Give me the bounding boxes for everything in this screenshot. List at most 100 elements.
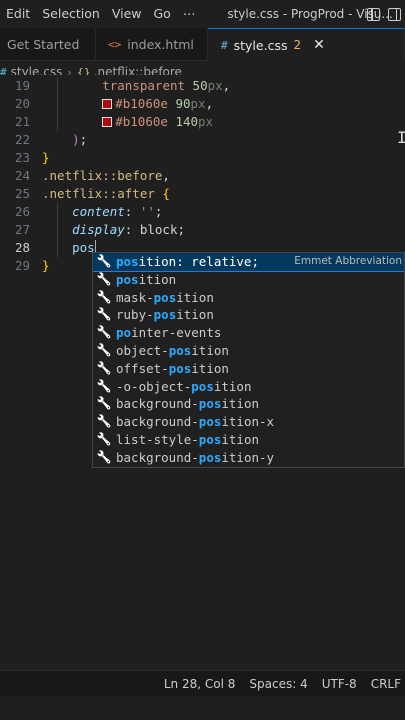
tab-label: style.css	[233, 37, 288, 53]
cursor-position[interactable]: Ln 28, Col 8	[164, 677, 236, 691]
suggestion-pre: ruby-	[116, 307, 154, 323]
code-token: px	[190, 96, 206, 111]
suggestion-match: po	[116, 325, 132, 341]
suggestion-label: background-position	[116, 395, 259, 413]
code-token: ,	[162, 168, 170, 183]
line-number: 21	[14, 114, 30, 129]
tab-style-css[interactable]: # style.css 2 ✕	[208, 28, 405, 61]
code-line[interactable]: 20 #b1060e 90px,	[0, 95, 405, 113]
suggestion-label: object-position	[116, 342, 229, 360]
menu-go[interactable]: Go	[148, 0, 177, 28]
tab-get-started[interactable]: Get Started	[0, 28, 96, 61]
suggestion-item[interactable]: 🔧 -o-object-position	[93, 378, 404, 396]
code-token: transparent	[102, 78, 193, 93]
tab-label: index.html	[127, 37, 194, 52]
line-number: 20	[14, 96, 30, 111]
property-wrench-icon: 🔧	[96, 325, 112, 340]
menu-edit[interactable]: Edit	[0, 0, 36, 28]
code-token: px	[207, 78, 223, 93]
code-token: ;	[154, 204, 163, 219]
suggestion-item[interactable]: 🔧 ruby-position	[93, 306, 404, 324]
line-ending[interactable]: CRLF	[371, 677, 401, 691]
suggestion-match: pos	[198, 414, 222, 430]
suggestion-match: pos	[198, 449, 222, 465]
suggestion-item[interactable]: 🔧 position: relative; Emmet Abbreviation	[93, 253, 404, 272]
menu-view[interactable]: View	[106, 0, 148, 28]
close-icon[interactable]: ✕	[313, 37, 325, 53]
suggestion-label: mask-position	[116, 289, 214, 307]
suggestion-pre: object-	[116, 342, 169, 358]
suggestion-pre: background-	[116, 414, 199, 430]
suggestion-item[interactable]: 🔧 pointer-events	[93, 324, 404, 342]
menu-more-icon[interactable]: ⋯	[177, 0, 202, 28]
suggestion-item[interactable]: 🔧 position	[93, 271, 404, 289]
suggestion-post: ition	[221, 431, 260, 447]
code-token: .netflix::before	[42, 168, 163, 183]
suggestion-detail: Emmet Abbreviation	[294, 255, 402, 267]
suggestion-post: ition	[213, 378, 252, 394]
property-wrench-icon: 🔧	[96, 414, 112, 429]
code-text: .netflix::before,	[42, 167, 170, 185]
suggestion-item[interactable]: 🔧 object-position	[93, 342, 404, 360]
property-wrench-icon: 🔧	[96, 449, 112, 464]
suggestion-item[interactable]: 🔧 background-position-y	[93, 449, 404, 467]
mouse-ibeam-icon: I	[397, 128, 405, 147]
property-wrench-icon: 🔧	[96, 396, 112, 411]
suggestion-match: pos	[116, 254, 139, 269]
html-file-icon: <>	[108, 38, 122, 51]
code-line[interactable]: 26 content: '';	[0, 203, 405, 221]
suggestion-post: ition	[191, 342, 229, 358]
indentation[interactable]: Spaces: 4	[249, 677, 307, 691]
code-text: content: '';	[72, 203, 162, 221]
autocomplete-suggestions[interactable]: 🔧 position: relative; Emmet Abbreviation 🔧 p…	[92, 252, 405, 468]
toggle-panel-icon[interactable]	[388, 7, 401, 21]
suggestion-post: ition	[221, 396, 260, 412]
suggestion-post: ition	[138, 271, 177, 287]
suggestion-label: background-position-y	[116, 449, 274, 467]
toggle-sidebar-icon[interactable]	[367, 7, 380, 21]
code-token: #b1060e	[115, 114, 176, 129]
suggestion-match: pos	[168, 360, 192, 376]
suggestion-item[interactable]: 🔧 list-style-position	[93, 431, 404, 449]
code-line[interactable]: 21 #b1060e 140px	[0, 113, 405, 131]
code-token: 140	[175, 114, 199, 129]
suggestion-match: pos	[168, 342, 192, 358]
code-token: block	[139, 222, 178, 237]
suggestion-item[interactable]: 🔧 mask-position	[93, 289, 404, 307]
suggestion-pre: list-style-	[116, 431, 199, 447]
suggestion-post: ition	[176, 289, 214, 305]
line-number: 19	[14, 78, 30, 93]
code-line[interactable]: 19 transparent 50px,	[0, 77, 405, 95]
suggestion-item[interactable]: 🔧 background-position	[93, 395, 404, 413]
code-text: }	[42, 149, 50, 167]
suggestion-label: list-style-position	[116, 431, 259, 449]
suggestion-item[interactable]: 🔧 background-position-x	[93, 413, 404, 431]
code-token: )	[72, 132, 80, 147]
color-swatch-icon[interactable]	[102, 117, 113, 127]
suggestion-item[interactable]: 🔧 offset-position	[93, 360, 404, 378]
color-swatch-icon[interactable]	[102, 99, 113, 109]
problems-badge: 2	[293, 38, 302, 52]
code-line[interactable]: 27 display: block;	[0, 221, 405, 239]
code-token: }	[42, 258, 50, 273]
suggestion-label: ruby-position	[116, 306, 214, 324]
code-line[interactable]: 22);	[0, 131, 405, 149]
code-line[interactable]: 24 .netflix::before,	[0, 167, 405, 185]
code-token: display	[72, 222, 125, 237]
file-encoding[interactable]: UTF-8	[322, 677, 357, 691]
code-line[interactable]: 25 .netflix::after {	[0, 185, 405, 203]
code-token: ;	[177, 222, 186, 237]
suggestion-label: background-position-x	[116, 413, 274, 431]
suggestion-post: inter-events	[131, 325, 222, 341]
tab-index-html[interactable]: <> index.html	[96, 28, 208, 61]
suggestion-post: ition: relative;	[138, 254, 259, 269]
bottom-strip	[0, 696, 405, 720]
code-text: }	[42, 257, 50, 275]
line-number: 26	[14, 204, 30, 219]
property-wrench-icon: 🔧	[96, 307, 112, 322]
line-number: 24	[14, 168, 30, 183]
suggestion-pre: background-	[116, 396, 199, 412]
code-line[interactable]: 23}	[0, 149, 405, 167]
suggestion-pre: offset-	[116, 360, 169, 376]
menu-selection[interactable]: Selection	[36, 0, 106, 28]
